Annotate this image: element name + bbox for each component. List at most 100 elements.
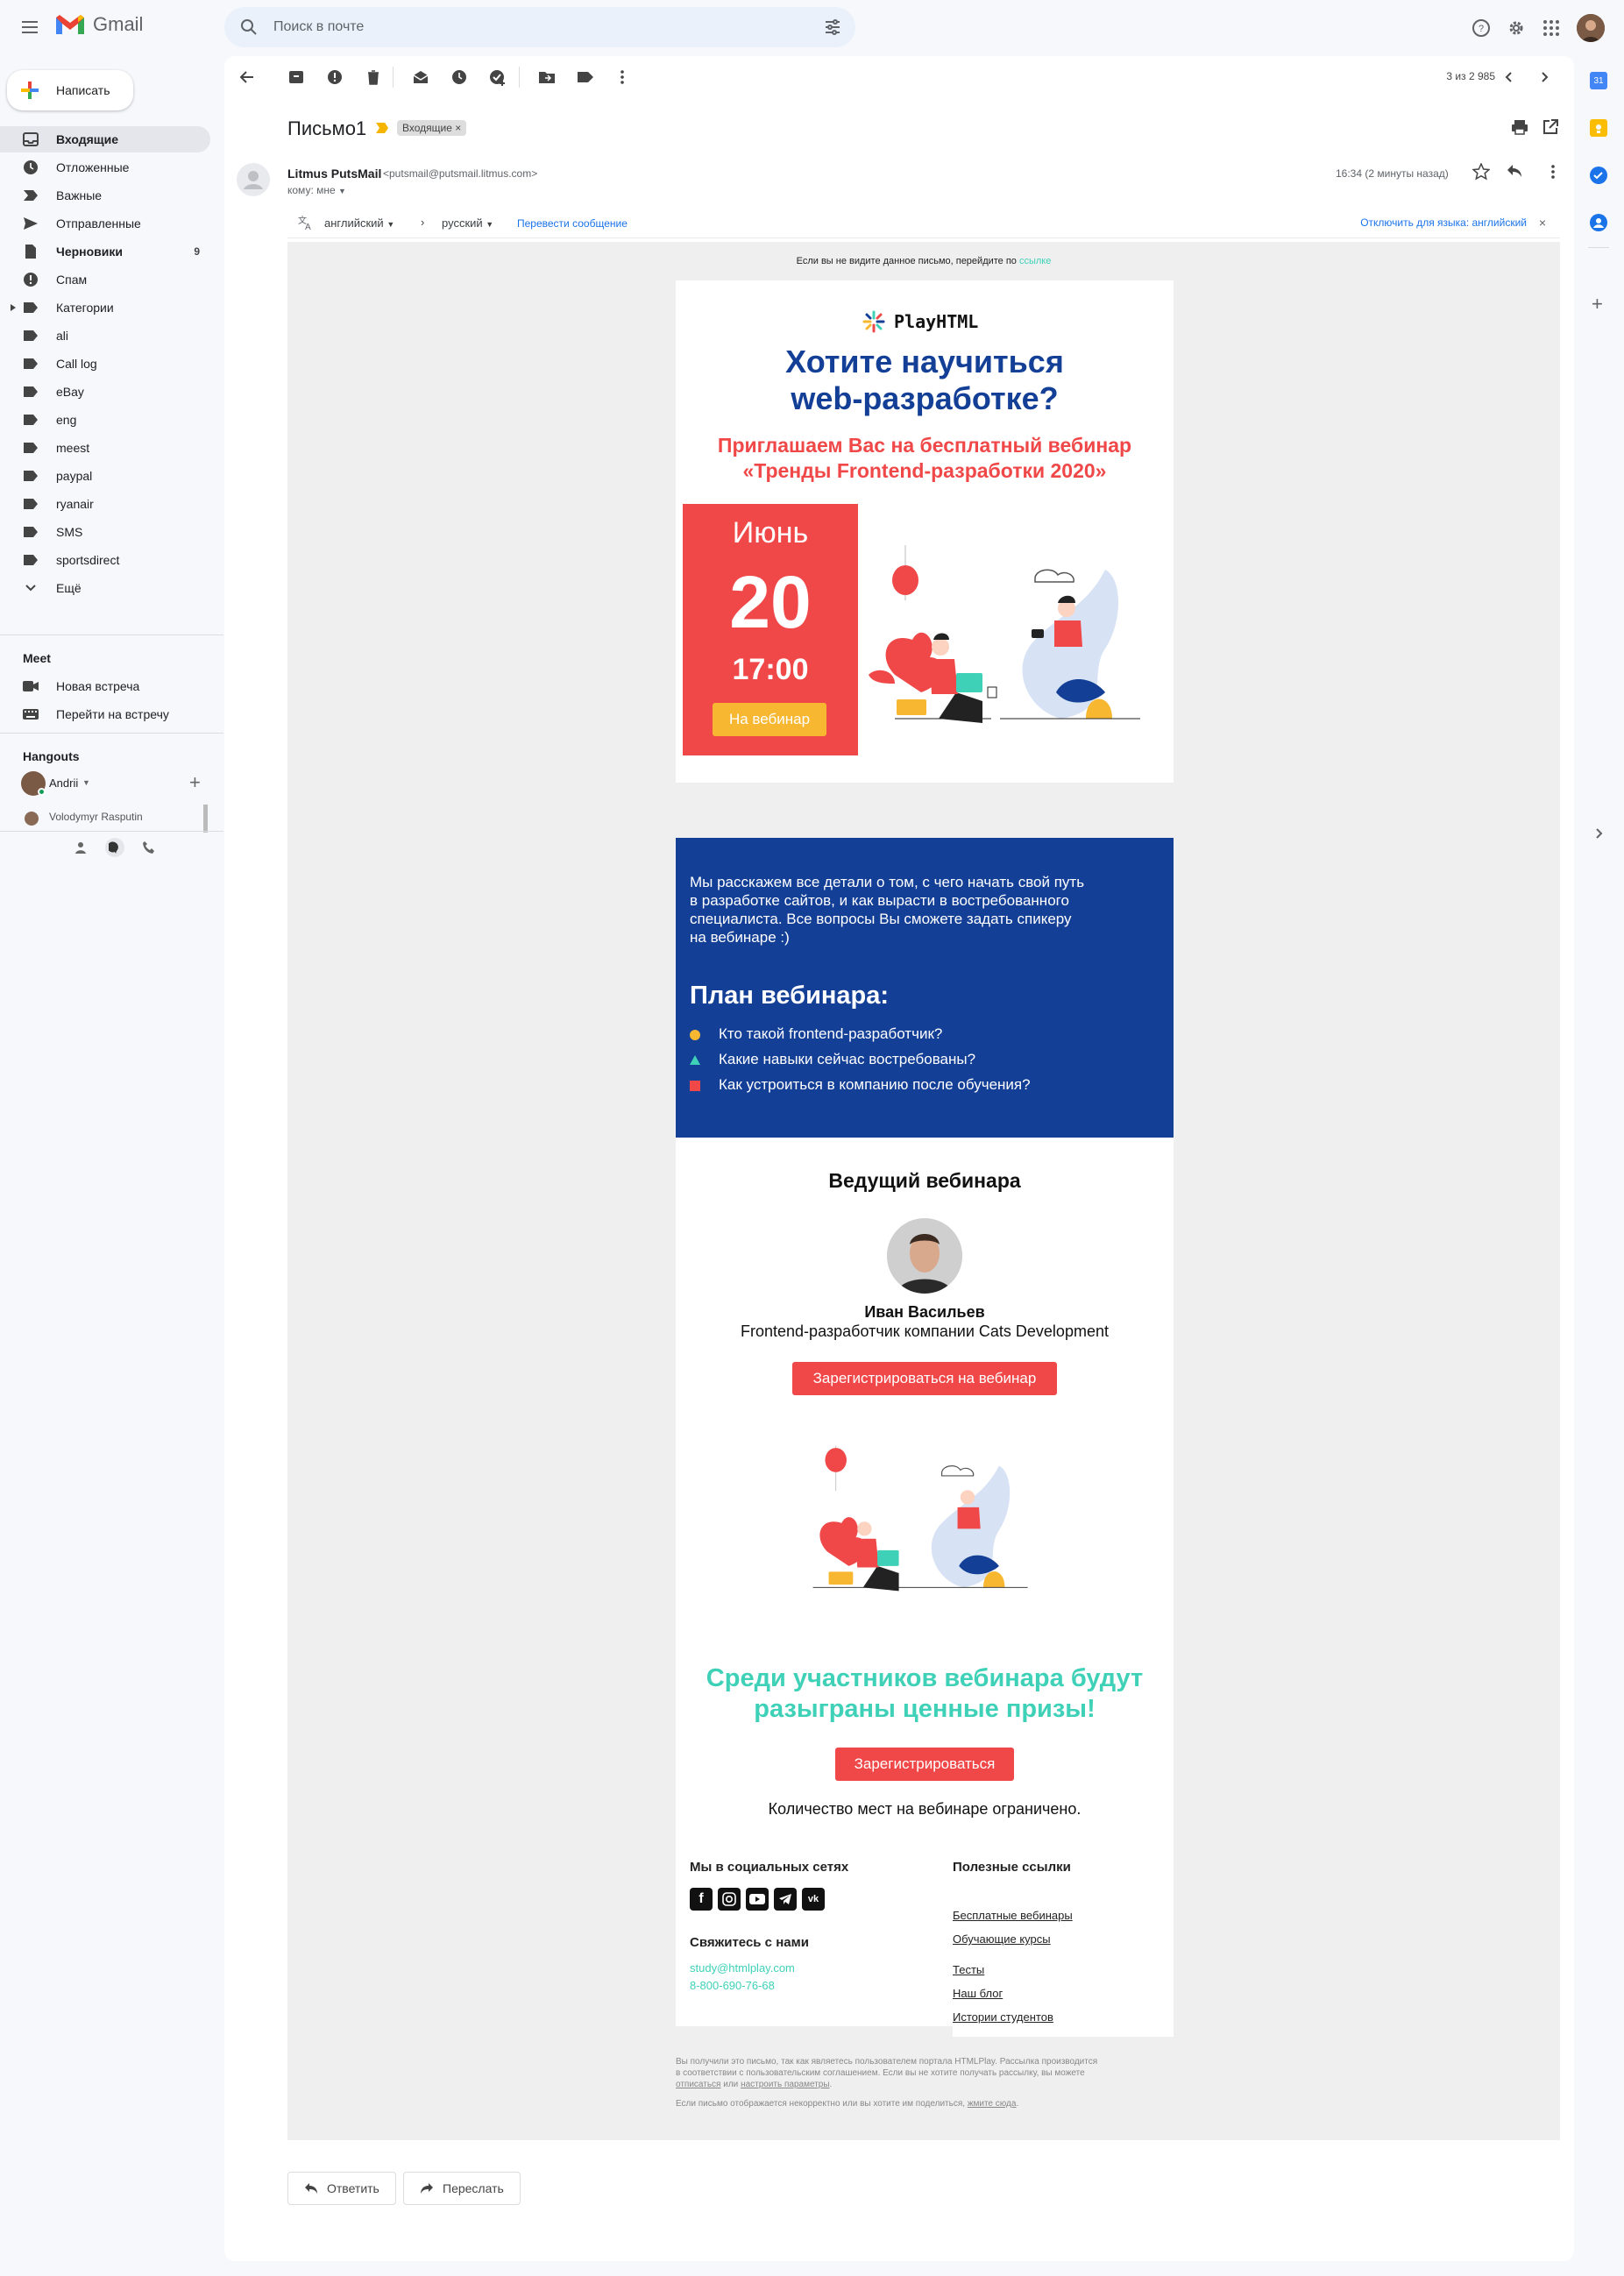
search-bar[interactable]: Поиск в почте — [224, 7, 855, 47]
register-button[interactable]: Зарегистрироваться — [835, 1748, 1014, 1781]
source-language-select[interactable]: английский ▼ — [324, 216, 394, 230]
sidebar-item-sent[interactable]: Отправленные — [0, 210, 210, 237]
report-spam-icon[interactable] — [326, 68, 344, 86]
sidebar-item-eng[interactable]: eng — [0, 407, 210, 433]
to-webinar-button[interactable]: На вебинар — [713, 703, 826, 736]
chat-bubble-icon[interactable] — [105, 838, 124, 857]
unsubscribe-link[interactable]: отписаться — [676, 2080, 720, 2089]
join-meeting-link[interactable]: Перейти на встречу — [0, 701, 210, 727]
contact-phone-link[interactable]: 8-800-690-76-68 — [690, 1979, 775, 1992]
new-meeting-link[interactable]: Новая встреча — [0, 673, 210, 699]
legal-text: Вы получили это письмо, так как являетес… — [676, 2057, 1098, 2109]
host-photo — [887, 1218, 962, 1294]
target-language-select[interactable]: русский ▼ — [442, 216, 493, 230]
archive-icon[interactable] — [287, 68, 305, 86]
sidebar-item-ebay[interactable]: eBay — [0, 379, 210, 405]
keep-icon[interactable] — [1590, 119, 1607, 137]
open-in-new-window-icon[interactable] — [1542, 119, 1558, 135]
footer-link[interactable]: Обучающие курсы — [953, 1927, 1073, 1951]
headline: Хотите научиться web-разработке? — [785, 344, 1064, 416]
reply-arrow-icon[interactable] — [1506, 163, 1523, 179]
sender-avatar[interactable] — [237, 163, 270, 196]
sidebar-item-spam[interactable]: Спам — [0, 266, 210, 293]
reply-button[interactable]: Ответить — [287, 2172, 396, 2205]
hangouts-contact-name[interactable]: Volodymyr Rasputin — [49, 811, 143, 823]
add-contact-icon[interactable]: + — [189, 771, 201, 794]
delete-icon[interactable] — [365, 68, 382, 86]
view-in-browser-link[interactable]: ссылке — [1019, 256, 1051, 266]
sidebar-item-ali[interactable]: ali — [0, 323, 210, 349]
sidebar-item-important[interactable]: Важные — [0, 182, 210, 209]
settings-gear-icon[interactable] — [1507, 18, 1526, 38]
help-icon[interactable]: ? — [1472, 18, 1491, 38]
close-icon[interactable]: × — [1539, 216, 1546, 230]
search-input[interactable]: Поиск в почте — [273, 19, 364, 35]
remove-label-icon[interactable]: × — [455, 122, 461, 134]
plus-icon — [21, 82, 39, 99]
sidebar-item-inbox[interactable]: Входящие — [0, 126, 210, 152]
print-icon[interactable] — [1511, 119, 1528, 135]
facebook-icon[interactable]: f — [690, 1888, 713, 1911]
star-icon[interactable] — [1472, 163, 1490, 181]
person-icon[interactable] — [74, 840, 88, 854]
move-to-folder-icon[interactable] — [538, 68, 556, 86]
instagram-icon[interactable] — [718, 1888, 741, 1911]
sidebar-item-call-log[interactable]: Call log — [0, 351, 210, 377]
sidebar-item-snoozed[interactable]: Отложенные — [0, 154, 210, 181]
gmail-logo[interactable]: Gmail — [54, 12, 143, 37]
vk-icon[interactable]: vk — [802, 1888, 825, 1911]
expand-arrow-icon[interactable] — [11, 304, 16, 311]
translate-message-link[interactable]: Перевести сообщение — [517, 217, 628, 230]
playhtml-logo[interactable]: PlayHTML — [862, 310, 978, 333]
mark-unread-icon[interactable] — [412, 68, 429, 86]
forward-button[interactable]: Переслать — [403, 2172, 521, 2205]
calendar-icon[interactable]: 31 — [1590, 72, 1607, 89]
tasks-icon[interactable] — [1590, 167, 1607, 184]
youtube-icon[interactable] — [746, 1888, 769, 1911]
label-tag-icon[interactable] — [577, 68, 594, 86]
square-bullet-icon — [690, 1081, 700, 1091]
sidebar-item-drafts[interactable]: Черновики 9 — [0, 238, 210, 265]
sidebar-item-categories[interactable]: Категории — [0, 294, 210, 321]
contact-email-link[interactable]: study@htmlplay.com — [690, 1961, 795, 1975]
sidebar-item-paypal[interactable]: paypal — [0, 463, 210, 489]
contact-avatar[interactable] — [25, 812, 39, 826]
apps-grid-icon[interactable] — [1542, 18, 1561, 38]
chevron-right-icon[interactable] — [1535, 68, 1553, 86]
back-arrow-icon[interactable] — [238, 68, 256, 86]
sidebar-item-ryanair[interactable]: ryanair — [0, 491, 210, 517]
register-webinar-button[interactable]: Зарегистрироваться на вебинар — [792, 1362, 1057, 1395]
share-link[interactable]: жмите сюда — [968, 2099, 1017, 2109]
contacts-icon[interactable] — [1590, 214, 1607, 231]
caret-down-icon[interactable]: ▼ — [338, 187, 346, 195]
footer-link[interactable]: Истории студентов — [953, 2005, 1053, 2029]
hangouts-user-avatar[interactable] — [21, 771, 46, 796]
add-addon-icon[interactable]: + — [1592, 293, 1603, 316]
sidebar-item-more[interactable]: Ещё — [0, 575, 210, 601]
hangouts-user-name[interactable]: Andrii — [49, 776, 78, 790]
snooze-clock-icon[interactable] — [450, 68, 468, 86]
main-menu-button[interactable] — [19, 17, 44, 38]
expand-panel-chevron-icon[interactable] — [1595, 827, 1604, 840]
settings-link[interactable]: настроить параметры — [741, 2080, 829, 2089]
phone-icon[interactable] — [142, 840, 156, 854]
account-avatar[interactable] — [1577, 14, 1605, 42]
recipient-details[interactable]: кому: мне ▼ — [287, 184, 346, 196]
sidebar-item-meest[interactable]: meest — [0, 435, 210, 461]
sidebar-item-sms[interactable]: SMS — [0, 519, 210, 545]
footer-link[interactable]: Наш блог — [953, 1982, 1053, 2005]
importance-marker-icon[interactable] — [375, 122, 389, 134]
more-vert-icon[interactable] — [613, 68, 631, 86]
telegram-icon[interactable] — [774, 1888, 797, 1911]
compose-button[interactable]: Написать — [7, 70, 133, 110]
add-task-icon[interactable] — [489, 68, 507, 86]
chevron-left-icon[interactable] — [1500, 68, 1518, 86]
hangouts-scrollbar[interactable] — [203, 805, 208, 833]
caret-down-icon[interactable]: ▼ — [82, 778, 90, 787]
sidebar-item-sportsdirect[interactable]: sportsdirect — [0, 547, 210, 573]
footer-link[interactable]: Тесты — [953, 1958, 1053, 1982]
host-title: Ведущий вебинара — [828, 1169, 1021, 1192]
footer-link[interactable]: Бесплатные вебинары — [953, 1904, 1073, 1927]
disable-translation-link[interactable]: Отключить для языка: английский — [1360, 216, 1527, 229]
more-vert-icon[interactable] — [1544, 163, 1562, 181]
